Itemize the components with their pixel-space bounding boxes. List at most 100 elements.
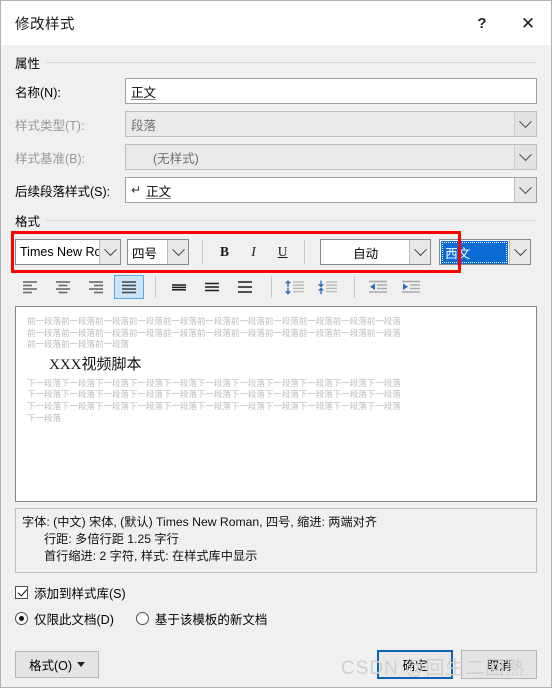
chevron-down-icon[interactable] [514, 178, 536, 202]
toolbar-divider [354, 276, 355, 298]
align-right-button[interactable] [81, 275, 111, 299]
line-spacing-1-5-button[interactable] [197, 275, 227, 299]
ok-button[interactable]: 确定 [377, 649, 453, 679]
line-spacing-double-button[interactable] [230, 275, 260, 299]
properties-group-rule [46, 62, 537, 63]
preview-after-line: 下一段落下一段落下一段落下一段落下一段落下一段落下一段落下一段落下一段落下一段落… [27, 389, 401, 400]
increase-indent-icon [402, 280, 420, 293]
toolbar-divider [155, 276, 156, 298]
align-justify-icon [121, 281, 136, 294]
format-group-header: 格式 [15, 211, 537, 230]
format-group-rule [46, 220, 537, 221]
paragraph-format-toolbar [15, 272, 537, 302]
style-basis-combo: (无样式) [125, 144, 537, 170]
scope-new-documents-label: 基于该模板的新文档 [154, 612, 268, 627]
preview-before-line: 前一段落前一段落前一段落 [27, 339, 129, 350]
line-spacing-1-icon [172, 284, 186, 291]
chevron-down-icon[interactable] [409, 240, 431, 264]
chevron-down-icon [514, 112, 536, 136]
style-name-label: 名称(N): [15, 85, 61, 100]
add-to-gallery-checkbox[interactable] [15, 585, 28, 599]
format-group-label: 格式 [15, 215, 41, 229]
font-name-value: Times New Ro [20, 245, 99, 259]
font-name-combo[interactable]: Times New Ro [15, 239, 121, 265]
toolbar-divider [271, 276, 272, 298]
style-type-label: 样式类型(T): [15, 118, 85, 133]
add-space-before-icon [285, 279, 304, 295]
font-color-value: 自动 [353, 246, 379, 261]
description-line-1: 字体: (中文) 宋体, (默认) Times New Roman, 四号, 缩… [22, 515, 378, 529]
style-type-combo: 段落 [125, 111, 537, 137]
chevron-down-icon[interactable] [509, 240, 531, 264]
pilcrow-return-icon: ↵ [131, 183, 142, 197]
style-basis-row: 样式基准(B): (无样式) [15, 144, 537, 170]
format-menu-label: 格式(O) [28, 658, 73, 673]
style-type-row: 样式类型(T): 段落 [15, 111, 537, 137]
remove-space-after-button[interactable] [313, 275, 343, 299]
dialog-title: 修改样式 [15, 16, 75, 33]
preview-after-line: 下一段落 [27, 412, 61, 423]
scope-this-document-radio[interactable] [15, 611, 28, 625]
add-to-gallery-checkbox-row[interactable]: 添加到样式库(S) [15, 582, 537, 602]
next-paragraph-style-label: 后续段落样式(S): [15, 184, 111, 199]
style-name-value: 正文 [131, 85, 157, 100]
dialog-footer: 格式(O) 确定 取消 [1, 641, 551, 687]
underline-button[interactable]: U [269, 239, 296, 265]
close-glyph: ✕ [520, 13, 536, 33]
italic-button[interactable]: I [240, 239, 267, 265]
script-type-value: 西文 [441, 240, 509, 264]
cancel-button[interactable]: 取消 [461, 649, 537, 679]
properties-group-label: 属性 [15, 57, 41, 71]
align-right-icon [88, 281, 103, 294]
increase-indent-button[interactable] [396, 275, 426, 299]
description-line-2: 行距: 多倍行距 1.25 字行 [44, 532, 179, 546]
line-spacing-single-button[interactable] [164, 275, 194, 299]
bold-button[interactable]: B [211, 239, 238, 265]
next-paragraph-style-value: 正文 [146, 184, 172, 199]
scope-new-documents-radio[interactable] [135, 611, 149, 625]
preview-sample-heading: XXX视频脚本 [49, 356, 142, 373]
decrease-indent-button[interactable] [363, 275, 393, 299]
scope-this-document-label: 仅限此文档(D) [34, 612, 114, 627]
line-spacing-1-5-icon [205, 282, 219, 292]
align-justify-button[interactable] [114, 275, 144, 299]
preview-before-line: 前一段落前一段落前一段落前一段落前一段落前一段落前一段落前一段落前一段落前一段落… [27, 327, 401, 338]
align-left-button[interactable] [15, 275, 45, 299]
next-paragraph-style-row: 后续段落样式(S): ↵ 正文 [15, 177, 537, 203]
style-name-input[interactable]: 正文 [125, 78, 537, 104]
style-preview-pane: 前一段落前一段落前一段落前一段落前一段落前一段落前一段落前一段落前一段落前一段落… [15, 306, 537, 502]
font-size-value: 四号 [132, 246, 158, 261]
preview-after-line: 下一段落下一段落下一段落下一段落下一段落下一段落下一段落下一段落下一段落下一段落… [27, 377, 401, 388]
dialog-body: 属性 名称(N): 正文 样式类型(T): 段落 样式基准(B): (无样式) … [1, 45, 551, 641]
font-color-combo[interactable]: 自动 [320, 239, 432, 265]
decrease-indent-icon [369, 280, 387, 293]
remove-space-after-icon [318, 280, 337, 294]
preview-before-line: 前一段落前一段落前一段落前一段落前一段落前一段落前一段落前一段落前一段落前一段落… [27, 316, 401, 326]
next-paragraph-style-combo[interactable]: ↵ 正文 [125, 177, 537, 203]
font-size-combo[interactable]: 四号 [127, 239, 189, 265]
toolbar-divider [304, 240, 306, 264]
help-icon[interactable]: ? [459, 1, 505, 45]
script-type-combo[interactable]: 西文 [439, 239, 532, 265]
style-description-box: 字体: (中文) 宋体, (默认) Times New Roman, 四号, 缩… [15, 508, 537, 573]
style-options: 添加到样式库(S) 仅限此文档(D) 基于该模板的新文档 [15, 582, 537, 629]
character-format-toolbar: Times New Ro 四号 B I U 自动 西文 [15, 236, 537, 268]
chevron-down-icon[interactable] [167, 240, 188, 264]
format-menu-button[interactable]: 格式(O) [15, 650, 99, 678]
character-format-toolbar-wrapper: Times New Ro 四号 B I U 自动 西文 [11, 231, 537, 273]
dialog-titlebar: 修改样式 ? ✕ [1, 1, 551, 45]
toolbar-divider [202, 240, 203, 264]
chevron-down-icon[interactable] [99, 240, 120, 264]
style-name-row: 名称(N): 正文 [15, 78, 537, 104]
line-spacing-2-icon [238, 281, 252, 293]
align-center-button[interactable] [48, 275, 78, 299]
add-space-before-button[interactable] [280, 275, 310, 299]
style-basis-label: 样式基准(B): [15, 151, 86, 166]
modify-style-dialog: 修改样式 ? ✕ 属性 名称(N): 正文 样式类型(T): 段落 样式基准(B… [0, 0, 552, 688]
properties-group-header: 属性 [15, 53, 537, 72]
caret-down-icon [77, 661, 86, 667]
chevron-down-icon [514, 145, 536, 169]
style-basis-value: (无样式) [153, 151, 199, 166]
close-icon[interactable]: ✕ [505, 1, 551, 45]
scope-radio-group: 仅限此文档(D) 基于该模板的新文档 [15, 607, 537, 629]
